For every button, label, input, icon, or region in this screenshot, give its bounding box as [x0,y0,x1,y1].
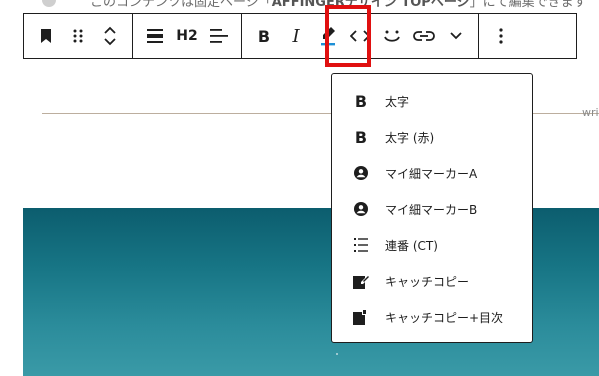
menu-item-label: マイ細マーカーA [385,166,478,181]
menu-item-bold-red[interactable]: B 太字 (赤) [332,119,532,155]
menu-item-label: 太字 [385,94,410,109]
edit-note-icon [351,271,371,291]
menu-item-catchcopy[interactable]: キャッチコピー [332,263,532,299]
block-toolbar: H2 B I [23,13,577,59]
hero-speck [336,353,338,355]
template-notice: このコンテンツは固定ページ「AFFINGERデザイン TOPページ」にて編集でき… [0,0,599,12]
user-circle-icon [351,163,371,183]
menu-item-catchcopy-toc[interactable]: キャッチコピー+目次 [332,299,532,335]
align-full-icon[interactable] [139,14,171,58]
notice-icon [42,0,56,7]
menu-item-label: 連番 (CT) [385,238,438,253]
link-icon[interactable] [408,14,440,58]
more-options-icon[interactable] [485,14,517,58]
toolbar-group-block [24,14,133,58]
notice-text: このコンテンツは固定ページ「AFFINGERデザイン TOPページ」にて編集でき… [90,0,587,10]
code-icon[interactable] [344,14,376,58]
numbered-list-icon [351,235,371,255]
bold-button[interactable]: B [248,14,280,58]
highlighter-pen-icon[interactable] [312,14,344,58]
toolbar-group-format: H2 [133,14,242,58]
menu-item-label: キャッチコピー+目次 [385,310,504,325]
bookmark-block-icon[interactable] [30,14,62,58]
bold-icon: B [354,127,368,147]
user-circle-icon [351,199,371,219]
toolbar-group-inline: B I [242,14,479,58]
menu-item-marker-b[interactable]: マイ細マーカーB [332,191,532,227]
italic-button[interactable]: I [280,14,312,58]
side-text: wri [582,106,599,119]
menu-item-label: キャッチコピー [385,274,470,289]
menu-item-numbered[interactable]: 連番 (CT) [332,227,532,263]
drag-handle-icon[interactable] [62,14,94,58]
toolbar-group-options [479,14,523,58]
menu-item-label: 太字 (赤) [385,130,435,145]
move-up-down-icon[interactable] [94,14,126,58]
format-dropdown-menu: B 太字 B 太字 (赤) マイ細マーカーA マイ細マーカーB 連番 (CT) … [331,73,533,343]
edit-note-icon [351,307,371,327]
menu-item-marker-a[interactable]: マイ細マーカーA [332,155,532,191]
editor-page: このコンテンツは固定ページ「AFFINGERデザイン TOPページ」にて編集でき… [0,0,599,376]
smile-icon[interactable] [376,14,408,58]
bold-icon: B [354,91,368,111]
heading-level-button[interactable]: H2 [171,14,203,58]
align-left-icon[interactable] [203,14,235,58]
chevron-down-icon[interactable] [440,14,472,58]
menu-item-bold[interactable]: B 太字 [332,83,532,119]
menu-item-label: マイ細マーカーB [385,202,478,217]
